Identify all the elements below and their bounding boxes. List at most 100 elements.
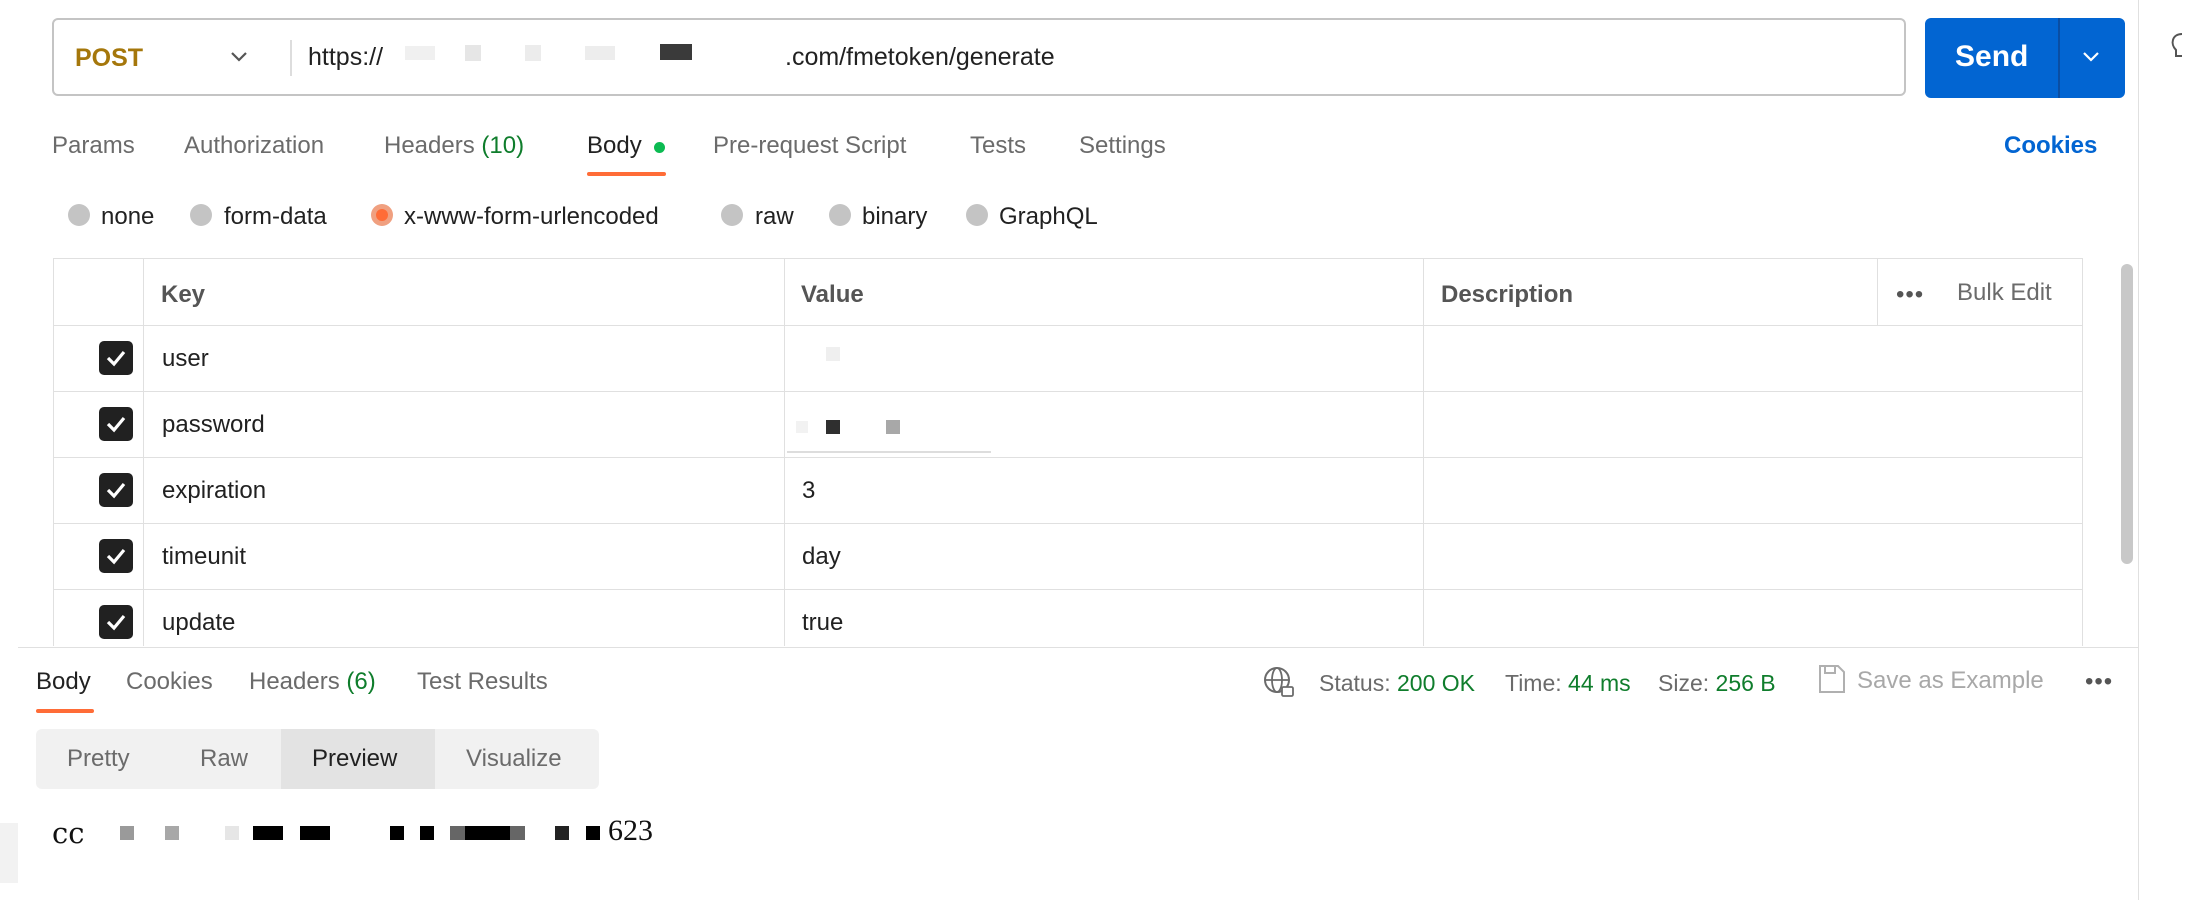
param-key[interactable]: password [162, 411, 265, 439]
param-key[interactable]: update [162, 609, 235, 637]
bulk-edit-button[interactable]: Bulk Edit [1957, 279, 2052, 307]
tab-headers-label: Headers [384, 132, 475, 159]
response-time: Time: 44 ms [1505, 670, 1631, 697]
check-icon [106, 548, 126, 565]
response-tab-test-results[interactable]: Test Results [417, 668, 548, 696]
response-status: Status: 200 OK [1319, 670, 1475, 697]
param-value[interactable]: day [802, 543, 841, 571]
redacted-block [420, 826, 434, 840]
tab-headers-count: (10) [481, 132, 525, 159]
param-key[interactable]: expiration [162, 477, 266, 505]
redacted-block [465, 826, 510, 840]
lightbulb-icon[interactable] [2168, 30, 2188, 66]
view-pretty-button[interactable]: Pretty [67, 745, 130, 773]
tab-body[interactable]: Body [587, 132, 642, 160]
radio-none[interactable] [68, 204, 90, 226]
tab-params[interactable]: Params [52, 132, 135, 160]
size-label: Size: [1658, 670, 1710, 696]
param-key[interactable]: timeunit [162, 543, 246, 571]
redacted-block [555, 826, 569, 840]
chevron-down-icon[interactable] [2080, 46, 2102, 68]
response-tab-body[interactable]: Body [36, 668, 91, 696]
line-gutter [0, 823, 18, 883]
check-icon [106, 416, 126, 433]
row-checkbox[interactable] [99, 605, 133, 639]
param-key[interactable]: user [162, 345, 209, 373]
method-select[interactable]: POST [75, 44, 143, 73]
row-divider [54, 457, 2082, 458]
redacted-block [253, 826, 283, 840]
redacted-block [826, 347, 840, 361]
row-divider [54, 325, 2082, 326]
row-checkbox[interactable] [99, 407, 133, 441]
column-header-value: Value [801, 281, 864, 308]
scrollbar[interactable] [2121, 264, 2133, 564]
size-value: 256 B [1715, 670, 1776, 696]
row-checkbox[interactable] [99, 539, 133, 573]
body-modified-dot [654, 142, 665, 153]
redacted-block [225, 826, 239, 840]
response-tab-headers[interactable]: Headers (6) [249, 668, 376, 696]
more-options-icon[interactable]: ••• [1896, 281, 1924, 309]
url-path[interactable]: .com/fmetoken/generate [785, 43, 1055, 72]
more-options-icon[interactable]: ••• [2085, 668, 2113, 696]
row-divider [54, 391, 2082, 392]
column-divider [143, 259, 144, 646]
redacted-block [165, 826, 179, 840]
param-value[interactable]: true [802, 609, 843, 637]
redacted-block [120, 826, 134, 840]
response-tab-cookies[interactable]: Cookies [126, 668, 213, 696]
redacted-block [886, 420, 900, 434]
param-value[interactable]: 3 [802, 477, 815, 505]
check-icon [106, 614, 126, 631]
column-header-description: Description [1441, 281, 1574, 308]
view-raw-button[interactable]: Raw [200, 745, 248, 773]
column-divider [1877, 259, 1878, 325]
radio-raw[interactable] [721, 204, 743, 226]
tab-settings[interactable]: Settings [1079, 132, 1166, 160]
redacted-block [525, 45, 541, 61]
radio-label[interactable]: GraphQL [999, 203, 1098, 231]
redacted-block [586, 826, 600, 840]
radio-label[interactable]: raw [755, 203, 794, 231]
response-tab-headers-label: Headers [249, 668, 340, 695]
radio-x-www-form-urlencoded[interactable] [371, 204, 393, 226]
view-preview-button[interactable]: Preview [312, 745, 397, 773]
tab-pre-request-script[interactable]: Pre-request Script [713, 132, 906, 160]
save-icon[interactable] [1817, 663, 1847, 695]
radio-graphql[interactable] [966, 204, 988, 226]
tab-tests[interactable]: Tests [970, 132, 1026, 160]
active-tab-indicator [587, 172, 666, 176]
redacted-block [585, 46, 615, 60]
url-divider [290, 40, 292, 76]
save-as-example-button[interactable]: Save as Example [1857, 667, 2044, 695]
row-checkbox[interactable] [99, 473, 133, 507]
response-divider [18, 647, 2138, 648]
column-header-key: Key [161, 281, 206, 308]
params-table: Key Value Description user password expi… [53, 258, 2083, 646]
tab-authorization[interactable]: Authorization [184, 132, 324, 160]
radio-label[interactable]: none [101, 203, 154, 231]
status-value: 200 OK [1397, 670, 1475, 696]
radio-label[interactable]: binary [862, 203, 927, 231]
radio-label[interactable]: form-data [224, 203, 327, 231]
active-tab-indicator [36, 709, 94, 713]
send-button-label[interactable]: Send [1955, 40, 2028, 74]
radio-binary[interactable] [829, 204, 851, 226]
row-divider [54, 523, 2082, 524]
url-input[interactable]: https:// [308, 43, 383, 72]
check-icon [106, 482, 126, 499]
row-divider [54, 589, 2082, 590]
cookies-link[interactable]: Cookies [2004, 132, 2097, 160]
radio-form-data[interactable] [190, 204, 212, 226]
globe-lock-icon[interactable] [1262, 665, 1296, 699]
chevron-down-icon[interactable] [228, 46, 250, 68]
redacted-block [405, 46, 435, 60]
tab-headers[interactable]: Headers (10) [384, 132, 524, 160]
row-checkbox[interactable] [99, 341, 133, 375]
view-visualize-button[interactable]: Visualize [466, 745, 562, 773]
radio-label[interactable]: x-www-form-urlencoded [404, 203, 659, 231]
redacted-block [450, 826, 465, 840]
response-size: Size: 256 B [1658, 670, 1776, 697]
redacted-block [300, 826, 330, 840]
